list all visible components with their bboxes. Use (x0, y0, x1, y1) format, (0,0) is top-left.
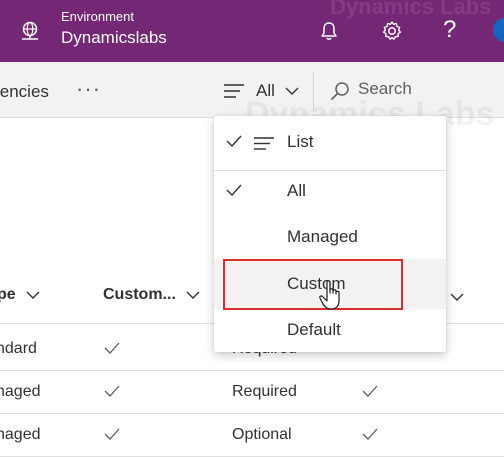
list-lines-icon (224, 84, 244, 98)
highlight-annotation (223, 259, 403, 310)
environment-name[interactable]: Dynamicslabs (61, 28, 167, 48)
hand-cursor-icon (319, 280, 340, 310)
search-divider (313, 72, 314, 110)
cell-type: ndard (0, 340, 37, 357)
solution-explorer-page: Environment Dynamicslabs Dynamics Labs ?… (0, 0, 504, 457)
checkmark-icon (226, 135, 242, 147)
checkmark-icon (104, 385, 120, 397)
cell-managed: Required (232, 383, 297, 400)
checkmark-icon (104, 342, 120, 354)
menu-item-list-view[interactable]: List (214, 120, 446, 164)
table-row[interactable]: naged Optional (0, 414, 504, 457)
menu-item-default[interactable]: Default (214, 308, 446, 352)
environment-globe-icon[interactable] (19, 20, 41, 42)
checkmark-icon (226, 184, 242, 196)
chevron-down-icon (26, 291, 40, 299)
menu-item-label: All (287, 181, 306, 200)
chevron-down-icon[interactable] (450, 292, 464, 302)
cell-managed: Optional (232, 426, 292, 443)
search-input[interactable] (358, 79, 498, 99)
checkmark-icon (104, 428, 120, 440)
cell-type: naged (0, 383, 41, 400)
list-lines-icon (254, 137, 274, 150)
checkmark-icon (362, 385, 378, 397)
chevron-down-icon (285, 87, 299, 95)
table-row[interactable]: naged Required (0, 371, 504, 414)
watermark: Dynamics Labs (330, 0, 492, 19)
app-header: Environment Dynamicslabs Dynamics Labs ? (0, 0, 504, 62)
checkmark-icon (362, 428, 378, 440)
column-header-customizable[interactable]: Custom... (103, 286, 200, 304)
settings-gear-icon[interactable] (380, 19, 404, 43)
command-bar: lencies ··· All Dynamics Labs (0, 62, 504, 133)
user-avatar[interactable] (493, 18, 504, 42)
menu-item-managed[interactable]: Managed (214, 215, 446, 259)
help-icon[interactable]: ? (443, 16, 456, 44)
menu-item-label: Default (287, 320, 341, 339)
column-header-label: Custom... (103, 286, 176, 303)
chevron-down-icon (186, 291, 200, 299)
menu-item-label: Managed (287, 227, 358, 246)
menu-item-all[interactable]: All (214, 169, 446, 213)
view-filter-button[interactable]: All (224, 77, 299, 105)
column-header-type[interactable]: pe (0, 286, 40, 304)
view-filter-label: All (256, 81, 275, 100)
menu-item-label: List (287, 132, 314, 151)
view-filter-dropdown: List All Managed Custom Default (214, 116, 446, 352)
search-icon[interactable] (330, 81, 350, 101)
more-options-button[interactable]: ··· (76, 76, 101, 102)
environment-label: Environment (61, 9, 134, 24)
column-header-label: pe (0, 286, 16, 303)
notification-bell-icon[interactable] (318, 20, 340, 42)
tab-dependencies[interactable]: lencies (0, 82, 49, 102)
cell-type: naged (0, 426, 41, 443)
